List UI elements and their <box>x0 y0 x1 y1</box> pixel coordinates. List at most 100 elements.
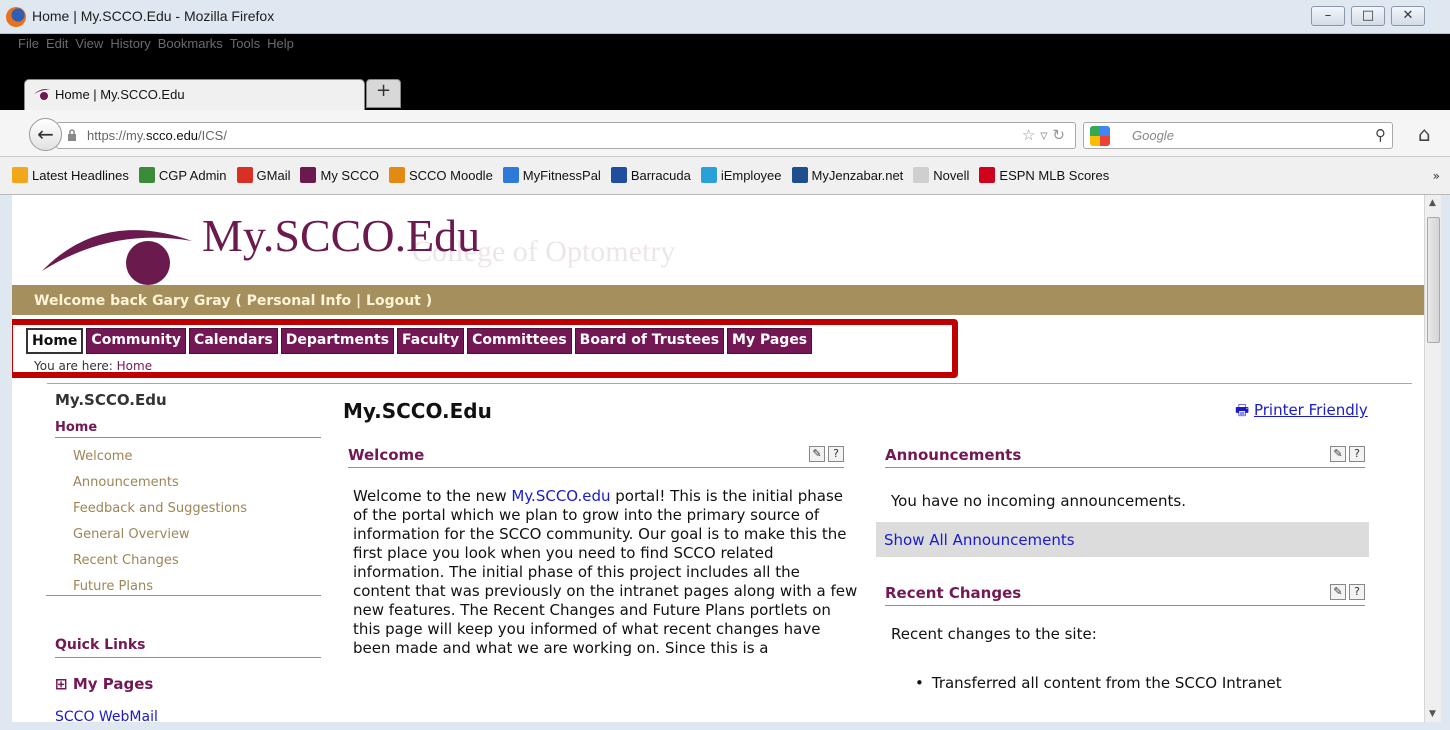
bookmark-item[interactable]: ESPN MLB Scores <box>979 167 1109 183</box>
menu-edit[interactable]: Edit <box>46 36 68 51</box>
window-frame <box>0 195 12 730</box>
bookmark-label: MyJenzabar.net <box>811 167 904 183</box>
menu-bookmarks[interactable]: Bookmarks <box>158 36 223 51</box>
printer-friendly-label: Printer Friendly <box>1253 401 1368 419</box>
bookmark-item[interactable]: iEmployee <box>700 167 782 183</box>
address-bar[interactable]: https://my.scco.edu/ICS/ ☆ ▿ ↻ <box>56 122 1076 149</box>
bookmark-label: Latest Headlines <box>32 167 129 183</box>
announcements-portlet-header: Announcements ✎ ? <box>885 446 1365 468</box>
portlet-help-icon[interactable]: ? <box>828 446 844 462</box>
search-field[interactable]: Google ⚲ <box>1083 122 1393 149</box>
menu-history[interactable]: History <box>110 36 150 51</box>
sidebar-item-welcome[interactable]: Welcome <box>73 444 247 470</box>
recent-changes-intro: Recent changes to the site: <box>891 625 1097 643</box>
bookmark-favicon-icon <box>791 167 808 183</box>
bookmark-item[interactable]: CGP Admin <box>138 167 227 183</box>
printer-icon: 🖶 <box>1235 401 1250 419</box>
menu-file[interactable]: File <box>18 36 39 51</box>
portlet-settings-icon[interactable]: ✎ <box>809 446 825 462</box>
menu-bar: File Edit View History Bookmarks Tools H… <box>0 34 1450 72</box>
webmail-link[interactable]: SCCO WebMail <box>55 709 158 722</box>
menu-tools[interactable]: Tools <box>230 36 260 51</box>
scroll-up-icon[interactable]: ▲ <box>1429 198 1436 208</box>
portlet-settings-icon[interactable]: ✎ <box>1330 584 1346 600</box>
sidebar-item-announcements[interactable]: Announcements <box>73 470 247 496</box>
welcome-portlet-header: Welcome ✎ ? <box>348 446 844 468</box>
printer-friendly-link[interactable]: 🖶 Printer Friendly <box>1235 400 1368 425</box>
sidebar-item-home[interactable]: Home <box>55 420 321 438</box>
navigation-toolbar: https://my.scco.edu/ICS/ ☆ ▿ ↻ ← Google … <box>0 110 1450 157</box>
bookmark-item[interactable]: SCCO Moodle <box>388 167 493 183</box>
search-icon[interactable]: ⚲ <box>1375 126 1386 144</box>
welcome-portal-link[interactable]: My.SCCO.edu <box>511 487 610 505</box>
announcements-portlet-title: Announcements <box>885 446 1022 464</box>
portlet-help-icon[interactable]: ? <box>1349 584 1365 600</box>
sidebar-divider <box>46 595 321 596</box>
sidebar-item-general-overview[interactable]: General Overview <box>73 522 247 548</box>
bookmark-label: GMail <box>256 167 291 183</box>
show-all-announcements-link[interactable]: Show All Announcements <box>876 522 1369 557</box>
portlet-settings-icon[interactable]: ✎ <box>1330 446 1346 462</box>
bookmark-star-icon[interactable]: ☆ ▿ ↻ <box>1022 126 1065 144</box>
bookmark-label: Novell <box>933 167 970 183</box>
bookmarks-overflow-icon[interactable]: » <box>1433 169 1440 183</box>
sidebar-title: My.SCCO.Edu <box>55 391 167 409</box>
welcome-band: Welcome back Gary Gray ( Personal Info |… <box>12 285 1424 315</box>
annotation-highlight-box <box>12 319 958 378</box>
window-title: Home | My.SCCO.Edu - Mozilla Firefox <box>32 8 275 24</box>
bookmark-favicon-icon <box>12 167 28 183</box>
bookmarks-toolbar: Latest Headlines CGP Admin GMail My SCCO SCC… <box>0 157 1450 195</box>
bookmark-label: SCCO Moodle <box>408 167 493 183</box>
bookmark-item[interactable]: GMail <box>236 167 291 183</box>
page-viewport: College of Optometry My.SCCO.Edu Welcome… <box>12 195 1424 722</box>
bookmark-favicon-icon <box>138 167 155 183</box>
maximize-button[interactable]: □ <box>1351 6 1385 26</box>
bookmark-item[interactable]: Latest Headlines <box>12 167 129 183</box>
scco-logo-icon <box>42 230 192 285</box>
expand-plus-icon[interactable]: ⊞ <box>55 675 68 693</box>
welcome-portlet-body: Welcome to the new My.SCCO.edu portal! T… <box>353 487 858 657</box>
scrollbar-thumb[interactable] <box>1427 217 1440 343</box>
welcome-message: Welcome back Gary Gray ( Personal Info |… <box>34 293 433 309</box>
minimize-button[interactable]: – <box>1311 6 1345 26</box>
bookmark-favicon-icon <box>300 167 317 183</box>
bookmark-item[interactable]: Novell <box>913 167 969 183</box>
sidebar-item-recent-changes[interactable]: Recent Changes <box>73 548 247 574</box>
recent-changes-portlet-header: Recent Changes ✎ ? <box>885 584 1365 606</box>
bookmark-label: Barracuda <box>630 167 691 183</box>
window-frame <box>0 722 1450 730</box>
bookmark-favicon-icon <box>388 167 405 183</box>
back-button[interactable]: ← <box>29 118 62 151</box>
recent-change-item: Transferred all content from the SCCO In… <box>915 674 1282 692</box>
bookmark-item[interactable]: Barracuda <box>610 167 691 183</box>
new-tab-button[interactable]: + <box>366 79 401 108</box>
window-titlebar: Home | My.SCCO.Edu - Mozilla Firefox – □… <box>0 0 1450 34</box>
lock-icon <box>68 129 76 141</box>
page-scrollbar[interactable]: ▲ ▼ <box>1424 195 1441 722</box>
bookmark-item[interactable]: My SCCO <box>300 167 379 183</box>
my-pages-toggle[interactable]: ⊞ My Pages <box>55 675 153 693</box>
bookmark-label: ESPN MLB Scores <box>999 167 1110 183</box>
bookmark-favicon-icon <box>913 167 930 183</box>
bookmark-favicon-icon <box>700 167 717 183</box>
browser-tab-home[interactable]: Home | My.SCCO.Edu <box>24 79 365 110</box>
bookmark-favicon-icon <box>979 167 996 183</box>
bookmark-item[interactable]: MyFitnessPal <box>502 167 601 183</box>
portlet-help-icon[interactable]: ? <box>1349 446 1365 462</box>
sidebar-item-future-plans[interactable]: Future Plans <box>73 574 247 600</box>
menu-help[interactable]: Help <box>267 36 294 51</box>
close-button[interactable]: ✕ <box>1391 6 1425 26</box>
firefox-logo-icon <box>6 7 26 27</box>
scroll-down-icon[interactable]: ▼ <box>1429 709 1436 719</box>
browser-tab-label: Home | My.SCCO.Edu <box>55 87 185 102</box>
quick-links-heading: Quick Links <box>55 637 321 658</box>
sidebar-item-feedback[interactable]: Feedback and Suggestions <box>73 496 247 522</box>
menu-view[interactable]: View <box>75 36 103 51</box>
header-divider <box>47 383 1412 384</box>
bookmark-label: My SCCO <box>320 167 379 183</box>
bookmark-favicon-icon <box>610 167 627 183</box>
bookmark-item[interactable]: MyJenzabar.net <box>791 167 904 183</box>
site-title: My.SCCO.Edu <box>202 210 481 261</box>
home-icon[interactable]: ⌂ <box>1418 122 1431 146</box>
bookmark-favicon-icon <box>236 167 253 183</box>
